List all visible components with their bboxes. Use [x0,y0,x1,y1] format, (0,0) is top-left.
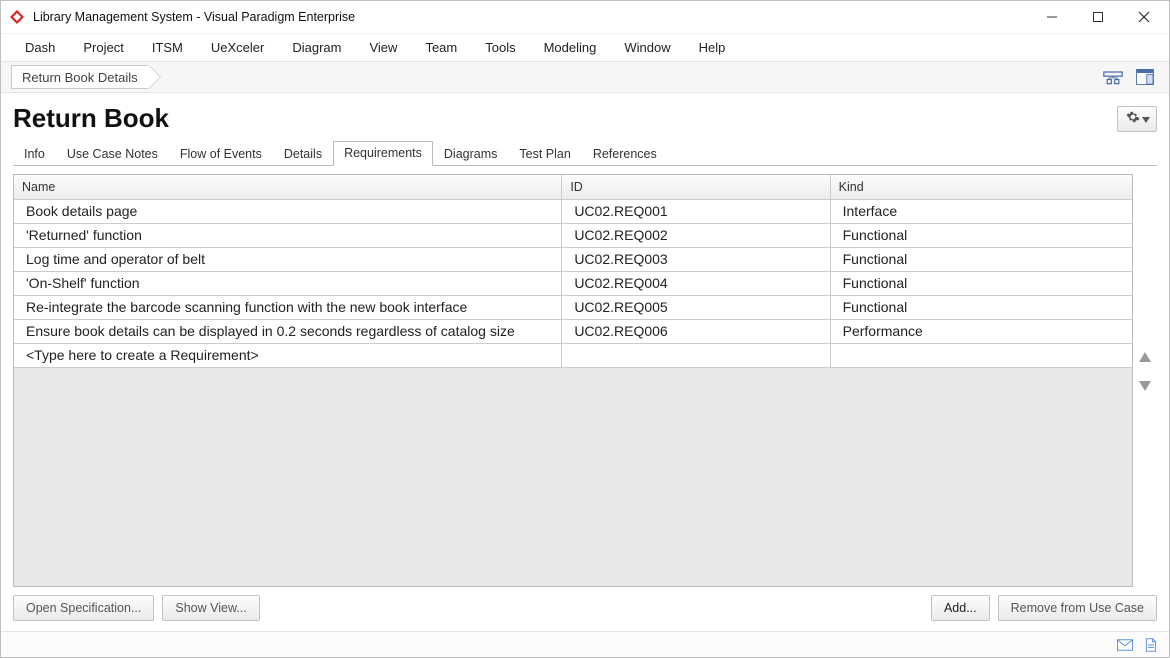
cell-id[interactable]: UC02.REQ005 [562,295,830,319]
show-view-button[interactable]: Show View... [162,595,259,621]
cell-id[interactable]: UC02.REQ001 [562,199,830,223]
table-row[interactable]: 'On-Shelf' functionUC02.REQ004Functional [14,271,1132,295]
window-close-button[interactable] [1121,1,1167,33]
table-row[interactable]: Log time and operator of beltUC02.REQ003… [14,247,1132,271]
cell-kind[interactable]: Performance [830,319,1132,343]
menu-modeling[interactable]: Modeling [530,36,611,59]
tab-test-plan[interactable]: Test Plan [508,142,581,166]
cell-id[interactable]: UC02.REQ002 [562,223,830,247]
table-row[interactable]: Ensure book details can be displayed in … [14,319,1132,343]
window-maximize-button[interactable] [1075,1,1121,33]
dropdown-caret-icon [1142,111,1150,126]
tab-info[interactable]: Info [13,142,56,166]
tab-details[interactable]: Details [273,142,333,166]
open-specification-button[interactable]: Open Specification... [13,595,154,621]
panel-layout-icon[interactable] [1131,65,1159,89]
move-up-button[interactable] [1137,350,1153,367]
new-requirement-placeholder[interactable]: <Type here to create a Requirement> [14,343,562,367]
column-header-name[interactable]: Name [14,175,562,199]
cell-id[interactable]: UC02.REQ006 [562,319,830,343]
cell-kind[interactable]: Functional [830,223,1132,247]
cell-id[interactable]: UC02.REQ003 [562,247,830,271]
add-button[interactable]: Add... [931,595,990,621]
cell-kind [830,343,1132,367]
cell-name[interactable]: 'Returned' function [14,223,562,247]
tab-bar: InfoUse Case NotesFlow of EventsDetailsR… [13,140,1157,166]
tab-use-case-notes[interactable]: Use Case Notes [56,142,169,166]
menu-view[interactable]: View [355,36,411,59]
move-down-button[interactable] [1137,379,1153,396]
cell-name[interactable]: Re-integrate the barcode scanning functi… [14,295,562,319]
requirements-table: Name ID Kind Book details pageUC02.REQ00… [14,175,1132,368]
cell-kind[interactable]: Interface [830,199,1132,223]
breadcrumb[interactable]: Return Book Details [11,65,148,89]
page-title: Return Book [13,103,1117,134]
table-row[interactable]: Re-integrate the barcode scanning functi… [14,295,1132,319]
cell-id [562,343,830,367]
menubar: DashProjectITSMUeXcelerDiagramViewTeamTo… [1,33,1169,61]
diagram-overview-icon[interactable] [1099,65,1127,89]
menu-window[interactable]: Window [610,36,684,59]
tab-diagrams[interactable]: Diagrams [433,142,509,166]
tab-requirements[interactable]: Requirements [333,141,433,166]
window-title: Library Management System - Visual Parad… [33,10,1029,24]
menu-uexceler[interactable]: UeXceler [197,36,278,59]
cell-kind[interactable]: Functional [830,247,1132,271]
tab-references[interactable]: References [582,142,668,166]
settings-gear-button[interactable] [1117,106,1157,132]
menu-team[interactable]: Team [411,36,471,59]
table-row[interactable]: 'Returned' functionUC02.REQ002Functional [14,223,1132,247]
menu-dash[interactable]: Dash [11,36,69,59]
tab-flow-of-events[interactable]: Flow of Events [169,142,273,166]
cell-kind[interactable]: Functional [830,295,1132,319]
column-header-id[interactable]: ID [562,175,830,199]
document-icon[interactable] [1143,638,1159,652]
cell-name[interactable]: 'On-Shelf' function [14,271,562,295]
menu-diagram[interactable]: Diagram [278,36,355,59]
toolbar-row: Return Book Details [1,61,1169,93]
menu-help[interactable]: Help [685,36,740,59]
status-bar [1,631,1169,657]
app-logo-icon [9,9,25,25]
table-empty-area [14,368,1132,587]
mail-icon[interactable] [1117,638,1133,652]
cell-name[interactable]: Ensure book details can be displayed in … [14,319,562,343]
gear-icon [1126,110,1140,127]
cell-kind[interactable]: Functional [830,271,1132,295]
menu-project[interactable]: Project [69,36,137,59]
remove-from-use-case-button[interactable]: Remove from Use Case [998,595,1157,621]
table-row[interactable]: Book details pageUC02.REQ001Interface [14,199,1132,223]
menu-tools[interactable]: Tools [471,36,529,59]
window-minimize-button[interactable] [1029,1,1075,33]
column-header-kind[interactable]: Kind [830,175,1132,199]
new-requirement-input-row[interactable]: <Type here to create a Requirement> [14,343,1132,367]
cell-name[interactable]: Book details page [14,199,562,223]
menu-itsm[interactable]: ITSM [138,36,197,59]
cell-name[interactable]: Log time and operator of belt [14,247,562,271]
window-titlebar: Library Management System - Visual Parad… [1,1,1169,33]
cell-id[interactable]: UC02.REQ004 [562,271,830,295]
